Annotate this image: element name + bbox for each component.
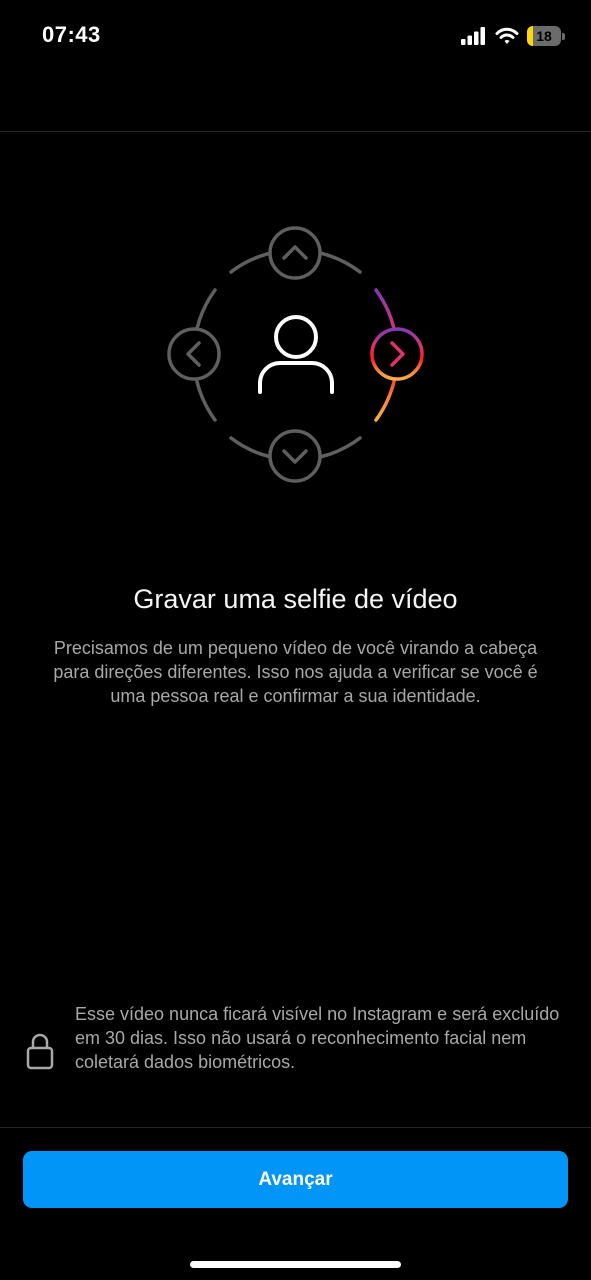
- page-description: Precisamos de um pequeno vídeo de você v…: [53, 638, 538, 706]
- wifi-icon: [495, 27, 519, 44]
- home-indicator[interactable]: [190, 1261, 401, 1268]
- status-icons: 18: [461, 24, 565, 48]
- next-button[interactable]: Avançar: [23, 1151, 568, 1208]
- privacy-text: Esse vídeo nunca ficará visível no Insta…: [75, 1004, 560, 1072]
- chevron-left-icon: [167, 327, 221, 381]
- battery-level: 18: [536, 28, 552, 44]
- status-time: 07:43: [42, 22, 101, 47]
- page-title: Gravar uma selfie de vídeo: [133, 584, 458, 614]
- chevron-right-icon: [370, 327, 424, 381]
- battery-icon: 18: [527, 26, 561, 46]
- status-bar: 07:43 18: [0, 0, 591, 72]
- chevron-up-icon: [268, 226, 322, 280]
- header-divider: [0, 131, 591, 132]
- chevron-down-icon: [268, 429, 322, 483]
- cellular-signal-icon: [461, 27, 485, 45]
- footer-divider: [0, 1127, 591, 1128]
- person-icon: [258, 315, 334, 394]
- battery-cap: [562, 32, 565, 40]
- head-turn-diagram: [167, 226, 424, 483]
- lock-icon: [26, 1033, 54, 1070]
